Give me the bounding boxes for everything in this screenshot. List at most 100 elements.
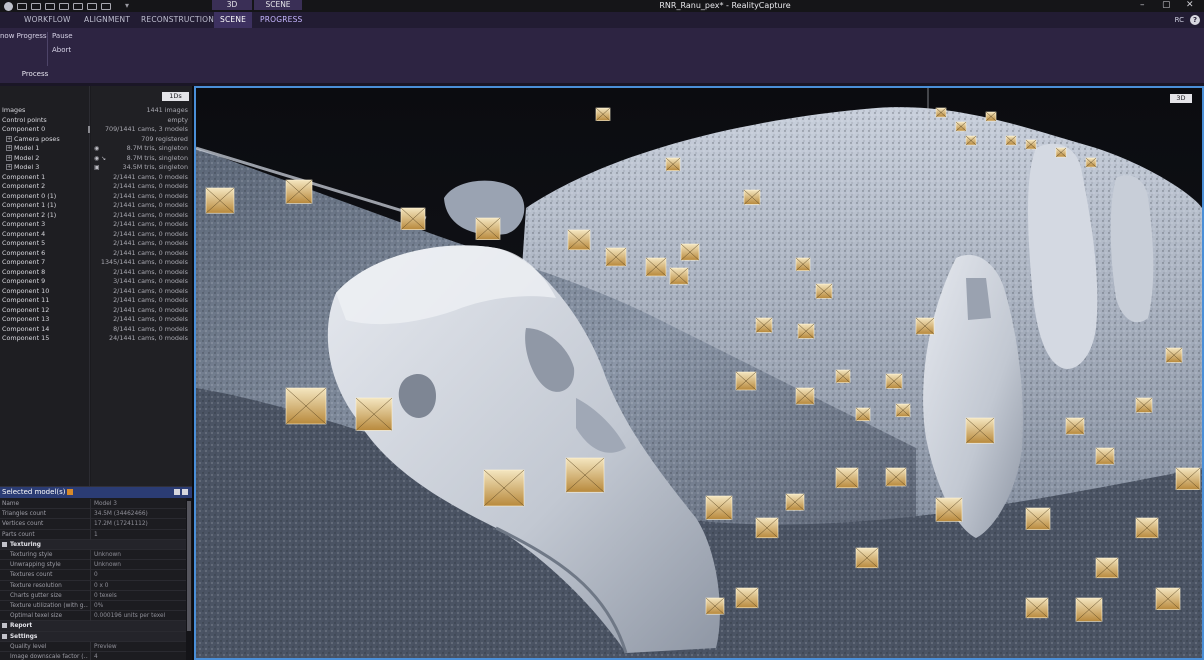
help-icon[interactable]: ? bbox=[1190, 15, 1200, 25]
layout-2-icon[interactable] bbox=[31, 2, 41, 10]
visibility-eye-icon[interactable]: ◉ bbox=[94, 144, 99, 154]
camera-frustum[interactable] bbox=[1055, 147, 1067, 158]
section-toggle-icon[interactable] bbox=[2, 541, 7, 547]
camera-frustum[interactable] bbox=[835, 467, 859, 489]
camera-frustum[interactable] bbox=[885, 373, 903, 389]
property-row[interactable]: Texturing style Unknown bbox=[0, 550, 186, 561]
camera-frustum[interactable] bbox=[815, 283, 833, 299]
camera-frustum[interactable] bbox=[965, 135, 977, 146]
camera-frustum[interactable] bbox=[400, 207, 426, 230]
camera-frustum[interactable] bbox=[595, 107, 611, 121]
camera-frustum[interactable] bbox=[1095, 447, 1115, 465]
camera-frustum[interactable] bbox=[1155, 587, 1181, 610]
tree-row[interactable]: Component 1 (1) 2/1441 cams, 0 models bbox=[0, 201, 192, 211]
tab-reconstruction[interactable]: RECONSTRUCTION bbox=[141, 12, 214, 28]
camera-frustum[interactable] bbox=[1165, 347, 1183, 363]
tree-row[interactable]: Component 11 2/1441 cams, 0 models bbox=[0, 296, 192, 306]
property-row[interactable]: Image downscale factor (... 4 bbox=[0, 652, 186, 660]
pause-button[interactable]: Pause bbox=[52, 32, 73, 40]
camera-frustum[interactable] bbox=[705, 495, 733, 520]
tree-row[interactable]: + Model 1 ◉ 8.7M tris, singleton bbox=[0, 144, 192, 154]
camera-frustum[interactable] bbox=[567, 229, 591, 251]
property-row[interactable]: Name Model 3 bbox=[0, 499, 186, 510]
app-logo-icon[interactable] bbox=[4, 1, 13, 11]
tree-row[interactable]: Component 5 2/1441 cams, 0 models bbox=[0, 239, 192, 249]
tree-row[interactable]: Control points empty bbox=[0, 116, 192, 126]
property-row[interactable]: Unwrapping style Unknown bbox=[0, 560, 186, 571]
camera-frustum[interactable] bbox=[605, 247, 627, 267]
camera-frustum[interactable] bbox=[795, 257, 811, 271]
camera-frustum[interactable] bbox=[785, 493, 805, 511]
property-row[interactable]: Texture resolution 0 x 0 bbox=[0, 580, 186, 591]
camera-frustum[interactable] bbox=[755, 517, 779, 539]
camera-frustum[interactable] bbox=[755, 317, 773, 333]
expand-icon[interactable]: + bbox=[6, 145, 12, 151]
tab-scene[interactable]: SCENE bbox=[214, 12, 253, 28]
layout-5-icon[interactable] bbox=[73, 2, 83, 10]
camera-frustum[interactable] bbox=[1025, 139, 1037, 150]
tree-row[interactable]: Component 2 2/1441 cams, 0 models bbox=[0, 182, 192, 192]
camera-frustum[interactable] bbox=[895, 403, 911, 417]
camera-frustum[interactable] bbox=[1005, 135, 1017, 146]
section-toggle-icon[interactable] bbox=[2, 623, 7, 629]
tree-row[interactable]: Component 14 8/1441 cams, 0 models bbox=[0, 325, 192, 335]
layout-3-icon[interactable] bbox=[45, 2, 55, 10]
camera-frustum[interactable] bbox=[1025, 507, 1051, 530]
camera-frustum[interactable] bbox=[475, 217, 501, 240]
camera-frustum[interactable] bbox=[669, 267, 689, 285]
camera-frustum[interactable] bbox=[735, 587, 759, 609]
layout-6-icon[interactable] bbox=[87, 2, 97, 10]
tree-row[interactable]: Component 7 1345/1441 cams, 0 models bbox=[0, 258, 192, 268]
layout-4-icon[interactable] bbox=[59, 2, 69, 10]
camera-frustum[interactable] bbox=[1085, 157, 1097, 168]
expand-icon[interactable]: + bbox=[6, 154, 12, 161]
chevron-down-icon[interactable]: ▾ bbox=[125, 0, 129, 12]
tree-row[interactable]: Component 0 (1) 2/1441 cams, 0 models bbox=[0, 192, 192, 202]
3d-viewport[interactable]: 3D bbox=[194, 86, 1204, 660]
tree-row[interactable]: Component 10 2/1441 cams, 0 models bbox=[0, 287, 192, 297]
tree-row[interactable]: Component 2 (1) 2/1441 cams, 0 models bbox=[0, 211, 192, 221]
camera-frustum[interactable] bbox=[955, 121, 967, 132]
close-icon[interactable]: ✕ bbox=[1186, 0, 1194, 11]
camera-frustum[interactable] bbox=[885, 467, 907, 487]
property-row[interactable]: Textures count 0 bbox=[0, 570, 186, 581]
tree-row[interactable]: Component 0 709/1441 cams, 3 models bbox=[0, 125, 192, 135]
tree-row[interactable]: Images 1441 images bbox=[0, 106, 192, 116]
layout-1-icon[interactable] bbox=[17, 2, 27, 10]
property-row[interactable]: Parts count 1 bbox=[0, 529, 186, 540]
camera-frustum[interactable] bbox=[285, 387, 327, 425]
camera-frustum[interactable] bbox=[985, 111, 997, 122]
view-tab-scene[interactable]: SCENE bbox=[254, 0, 302, 10]
tab-alignment[interactable]: ALIGNMENT bbox=[84, 12, 130, 28]
abort-button[interactable]: Abort bbox=[52, 46, 71, 54]
panel-close-icon[interactable] bbox=[182, 489, 188, 495]
camera-frustum[interactable] bbox=[835, 369, 851, 383]
scene-render[interactable] bbox=[196, 88, 1202, 658]
camera-frustum[interactable] bbox=[935, 107, 947, 118]
tab-progress[interactable]: PROGRESS bbox=[260, 12, 303, 28]
layout-7-icon[interactable] bbox=[101, 2, 111, 10]
panel-menu-icon[interactable] bbox=[67, 489, 74, 495]
camera-frustum[interactable] bbox=[1135, 397, 1153, 413]
tree-row[interactable]: Component 8 2/1441 cams, 0 models bbox=[0, 268, 192, 278]
camera-frustum[interactable] bbox=[855, 407, 871, 421]
tree-row[interactable]: Component 13 2/1441 cams, 0 models bbox=[0, 315, 192, 325]
minimize-icon[interactable]: – bbox=[1140, 0, 1145, 11]
visibility-eye-icon[interactable]: ▣ bbox=[94, 163, 100, 173]
camera-frustum[interactable] bbox=[1175, 467, 1201, 490]
camera-frustum[interactable] bbox=[855, 547, 879, 569]
camera-frustum[interactable] bbox=[483, 469, 525, 507]
panel-scrollbar-thumb[interactable] bbox=[187, 501, 191, 631]
camera-frustum[interactable] bbox=[665, 157, 681, 171]
property-row[interactable]: Optimal texel size 0.000196 units per tex… bbox=[0, 611, 186, 622]
tree-row[interactable]: Component 1 2/1441 cams, 0 models bbox=[0, 173, 192, 183]
camera-frustum[interactable] bbox=[285, 179, 313, 204]
show-progress-button[interactable]: now Progress bbox=[0, 32, 47, 40]
camera-frustum[interactable] bbox=[680, 243, 700, 261]
property-row[interactable]: Texture utilization (with g... 0% bbox=[0, 601, 186, 612]
tree-row[interactable]: Component 12 2/1441 cams, 0 models bbox=[0, 306, 192, 316]
tree-row[interactable]: Component 4 2/1441 cams, 0 models bbox=[0, 230, 192, 240]
camera-frustum[interactable] bbox=[1065, 417, 1085, 435]
section-toggle-icon[interactable] bbox=[2, 633, 7, 639]
camera-frustum[interactable] bbox=[735, 371, 757, 391]
